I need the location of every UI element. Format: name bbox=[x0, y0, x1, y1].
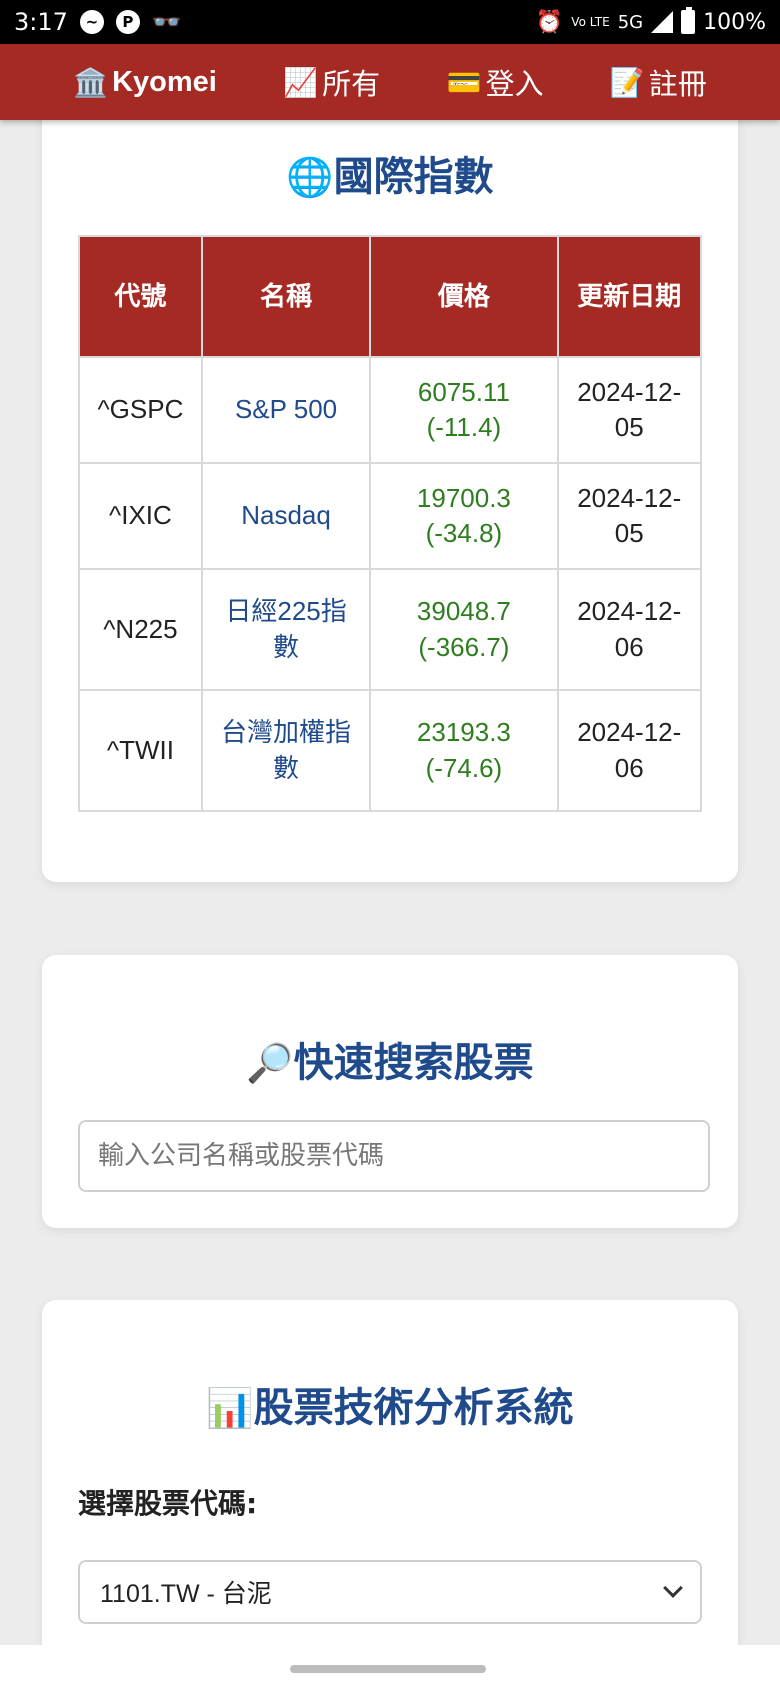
international-indices-card: 🌐國際指數 代號 名稱 價格 更新日期 ^GSPC S&P 500 6075.1… bbox=[42, 100, 738, 882]
battery-level: 100% bbox=[703, 9, 766, 35]
cell-price: 23193.3 (-74.6) bbox=[369, 689, 559, 812]
cell-symbol: ^IXIC bbox=[78, 462, 203, 570]
incognito-icon: 👓 bbox=[151, 8, 182, 36]
top-navbar: 🏛️ Kyomei 📈 所有 💳 登入 📝 註冊 bbox=[0, 44, 780, 120]
brand-name: Kyomei bbox=[112, 65, 217, 98]
cell-symbol: ^N225 bbox=[78, 568, 203, 691]
cell-price: 39048.7 (-366.7) bbox=[369, 568, 559, 691]
table-row: ^TWII 台灣加權指數 23193.3 (-74.6) 2024-12-06 bbox=[78, 689, 703, 812]
home-gesture-handle[interactable] bbox=[290, 1665, 486, 1673]
alarm-icon: ⏰ bbox=[535, 9, 564, 35]
table-row: ^IXIC Nasdaq 19700.3 (-34.8) 2024-12-05 bbox=[78, 462, 703, 570]
cell-price: 6075.11 (-11.4) bbox=[369, 356, 559, 464]
technical-analysis-card: 📊股票技術分析系統 選擇股票代碼: 1101.TW - 台泥 bbox=[42, 1300, 738, 1690]
header-date: 更新日期 bbox=[556, 235, 703, 358]
cell-date: 2024-12-06 bbox=[556, 568, 703, 691]
cell-price: 19700.3 (-34.8) bbox=[369, 462, 559, 570]
index-name-link[interactable]: 台灣加權指數 bbox=[221, 717, 351, 782]
indices-title-text: 國際指數 bbox=[333, 154, 494, 200]
table-header-row: 代號 名稱 價格 更新日期 bbox=[78, 235, 703, 358]
bar-chart-icon: 📊 bbox=[206, 1386, 254, 1430]
memo-icon: 📝 bbox=[609, 65, 645, 99]
table-row: ^N225 日經225指數 39048.7 (-366.7) 2024-12-0… bbox=[78, 568, 703, 691]
stock-search-input[interactable] bbox=[78, 1120, 710, 1192]
indices-title: 🌐國際指數 bbox=[42, 144, 738, 202]
stock-select[interactable]: 1101.TW - 台泥 bbox=[78, 1560, 702, 1624]
table-row: ^GSPC S&P 500 6075.11 (-11.4) 2024-12-05 bbox=[78, 356, 703, 464]
chevron-down-icon bbox=[663, 1578, 683, 1598]
quick-search-card: 🔎快速搜索股票 bbox=[42, 955, 738, 1228]
stock-select-label: 選擇股票代碼: bbox=[78, 1487, 258, 1520]
globe-icon: 🌐 bbox=[286, 155, 334, 199]
indices-table: 代號 名稱 價格 更新日期 ^GSPC S&P 500 6075.11 (-11… bbox=[78, 235, 703, 812]
signal-icon bbox=[651, 11, 674, 33]
nav-register-label: 註冊 bbox=[648, 67, 707, 101]
cell-symbol: ^TWII bbox=[78, 689, 203, 812]
index-name-link[interactable]: S&P 500 bbox=[235, 394, 337, 424]
header-name: 名稱 bbox=[200, 235, 372, 358]
analysis-title-text: 股票技術分析系統 bbox=[253, 1385, 574, 1431]
parking-icon: P bbox=[115, 10, 140, 34]
volte-indicator: Vo LTE bbox=[571, 15, 610, 29]
magnifier-icon: 🔎 bbox=[246, 1041, 294, 1085]
network-type: 5G bbox=[617, 11, 644, 33]
battery-icon bbox=[681, 7, 696, 34]
messenger-icon: ~ bbox=[79, 10, 104, 34]
nav-register-link[interactable]: 📝 註冊 bbox=[610, 61, 707, 103]
credit-card-icon: 💳 bbox=[446, 65, 482, 99]
cell-date: 2024-12-06 bbox=[556, 689, 703, 812]
nav-home-link[interactable]: 🏛️ Kyomei bbox=[73, 66, 217, 99]
stock-select-value: 1101.TW - 台泥 bbox=[100, 1580, 272, 1608]
cell-date: 2024-12-05 bbox=[556, 462, 703, 570]
search-title-text: 快速搜索股票 bbox=[293, 1040, 534, 1086]
search-title: 🔎快速搜索股票 bbox=[42, 1030, 738, 1088]
bank-icon: 🏛️ bbox=[73, 66, 109, 98]
nav-login-label: 登入 bbox=[485, 67, 544, 101]
nav-login-link[interactable]: 💳 登入 bbox=[447, 61, 544, 103]
index-name-link[interactable]: Nasdaq bbox=[241, 500, 331, 530]
index-name-link[interactable]: 日經225指數 bbox=[225, 596, 346, 661]
header-price: 價格 bbox=[369, 235, 559, 358]
nav-all-label: 所有 bbox=[322, 67, 381, 101]
cell-date: 2024-12-05 bbox=[556, 356, 703, 464]
nav-all-link[interactable]: 📈 所有 bbox=[283, 61, 380, 103]
status-bar: 3:17 ~ P 👓 ⏰ Vo LTE 5G 100% bbox=[0, 0, 780, 44]
clock: 3:17 bbox=[14, 8, 68, 36]
cell-symbol: ^GSPC bbox=[78, 356, 203, 464]
header-symbol: 代號 bbox=[78, 235, 203, 358]
chart-up-icon: 📈 bbox=[283, 65, 319, 99]
analysis-title: 📊股票技術分析系統 bbox=[42, 1375, 738, 1433]
